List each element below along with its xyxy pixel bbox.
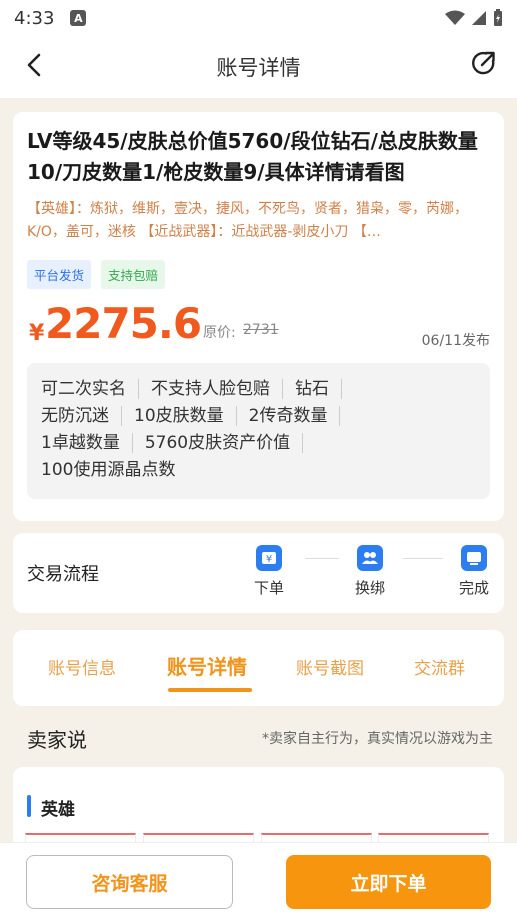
- listing-tags: 平台发货 支持包赔: [27, 260, 490, 289]
- monitor-icon: [461, 545, 487, 571]
- wifi-icon: [445, 10, 465, 25]
- original-price: 2731: [243, 322, 279, 338]
- step-label: 下单: [253, 579, 284, 597]
- attribute-item: 100使用源晶点数: [41, 459, 176, 480]
- current-price: 2275.6: [45, 299, 202, 348]
- listing-info-card: LV等级45/皮肤总价值5760/段位钻石/总皮肤数量10/刀皮数量1/枪皮数量…: [13, 112, 504, 521]
- users-icon: [357, 545, 383, 571]
- attribute-item: 可二次实名: [39, 378, 139, 399]
- back-arrow-icon[interactable]: [20, 50, 50, 80]
- step-complete: 完成: [444, 545, 504, 598]
- hero-section-label: 英雄: [41, 800, 75, 820]
- attribute-row: 1卓越数量 5760皮肤资产价值: [39, 429, 478, 456]
- nav-bar: 账号详情: [0, 36, 517, 98]
- step-connector: [403, 558, 443, 559]
- step-label: 完成: [458, 579, 489, 597]
- status-right-icons: [445, 9, 503, 27]
- consult-service-button[interactable]: 咨询客服: [26, 855, 233, 909]
- status-time: 4:33: [14, 7, 55, 29]
- seller-says-note: *卖家自主行为，真实情况以游戏为主: [262, 731, 493, 747]
- yen-icon: ¥: [256, 545, 282, 571]
- tag-platform-delivery: 平台发货: [27, 260, 92, 289]
- battery-icon: [494, 9, 502, 26]
- share-icon[interactable]: [469, 48, 499, 78]
- trade-flow-steps: ¥ 下单 换绑 完成: [227, 545, 497, 605]
- attribute-row: 100使用源晶点数: [39, 456, 478, 483]
- attribute-item: 1卓越数量: [39, 432, 133, 453]
- attributes-box: 可二次实名 不支持人脸包赔 钻石 无防沉迷 10皮肤数量 2传奇数量 1卓越数量…: [27, 363, 490, 499]
- signal-icon: [472, 11, 486, 25]
- attribute-item: 无防沉迷: [39, 405, 122, 426]
- tab-account-info[interactable]: 账号信息: [48, 654, 116, 679]
- step-order: ¥ 下单: [239, 545, 299, 598]
- step-rebind: 换绑: [340, 545, 400, 598]
- listing-title: LV等级45/皮肤总价值5760/段位钻石/总皮肤数量10/刀皮数量1/枪皮数量…: [27, 129, 478, 184]
- attribute-row: 可二次实名 不支持人脸包赔 钻石: [39, 375, 478, 402]
- order-now-button[interactable]: 立即下单: [286, 855, 491, 909]
- tab-chat-group[interactable]: 交流群: [414, 654, 465, 679]
- attribute-row: 无防沉迷 10皮肤数量 2传奇数量: [39, 402, 478, 429]
- svg-text:¥: ¥: [266, 554, 272, 565]
- seller-says-title: 卖家说: [27, 728, 87, 752]
- page-title: 账号详情: [216, 56, 301, 80]
- status-bar: 4:33 A: [0, 0, 517, 36]
- section-tabs: 账号信息 账号详情 账号截图 交流群: [13, 630, 504, 706]
- trade-flow-title: 交易流程: [27, 564, 99, 585]
- attribute-item: 5760皮肤资产价值: [133, 432, 304, 453]
- attribute-item: 不支持人脸包赔: [139, 378, 283, 399]
- price-row: ¥ 2275.6 原价: 2731 06/11发布: [27, 299, 490, 355]
- original-price-label: 原价:: [203, 325, 236, 341]
- attribute-item: 10皮肤数量: [122, 405, 237, 426]
- attribute-item: 2传奇数量: [237, 405, 341, 426]
- tab-account-details[interactable]: 账号详情: [167, 651, 247, 680]
- notification-a-icon: A: [70, 10, 87, 26]
- trade-flow-card: 交易流程 ¥ 下单 换绑 完成: [13, 533, 504, 613]
- bottom-action-bar: 咨询客服 立即下单: [0, 842, 517, 919]
- section-accent-bar: [27, 795, 31, 817]
- active-tab-indicator: [168, 688, 252, 692]
- publish-date: 06/11发布: [421, 333, 490, 349]
- currency-symbol: ¥: [29, 321, 45, 346]
- attribute-item: 钻石: [283, 378, 342, 399]
- step-label: 换绑: [354, 579, 385, 597]
- tag-compensation: 支持包赔: [101, 260, 166, 289]
- step-connector: [305, 558, 339, 559]
- tab-account-screenshots[interactable]: 账号截图: [296, 654, 364, 679]
- listing-heroes-text: 【英雄】：炼狱，维斯，壹决，捷风，不死鸟，贤者，猎枭，零，芮娜，K/O，盖可，迷…: [27, 201, 468, 240]
